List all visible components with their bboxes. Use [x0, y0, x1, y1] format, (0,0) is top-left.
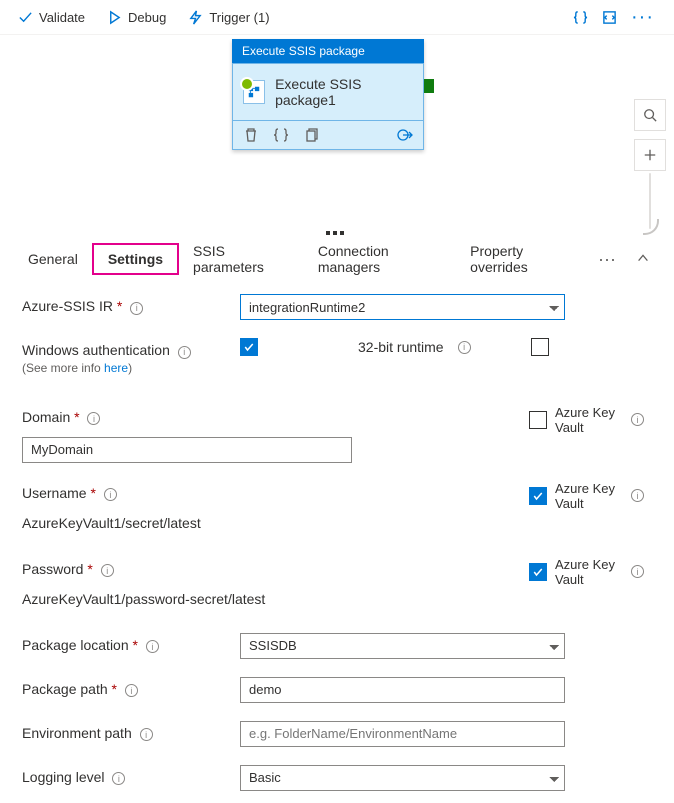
delete-icon[interactable] [243, 127, 259, 143]
tab-ssis-parameters[interactable]: SSIS parameters [179, 237, 304, 281]
info-icon[interactable]: i [101, 564, 114, 577]
username-label: Username * i [22, 481, 240, 502]
password-label: Password * i [22, 557, 240, 578]
win-auth-info-link[interactable]: here [104, 361, 128, 375]
validate-label: Validate [39, 10, 85, 25]
toolbar-right: ··· [573, 10, 664, 25]
output-arrow-icon[interactable] [397, 127, 413, 143]
validate-button[interactable]: Validate [10, 8, 93, 27]
akv-label: Azure Key Vault [555, 481, 619, 511]
username-value: AzureKeyVault1/secret/latest [22, 513, 201, 531]
logging-level-label: Logging level i [22, 765, 240, 786]
braces-icon[interactable] [273, 127, 289, 143]
info-icon[interactable]: i [125, 684, 138, 697]
check-icon [18, 10, 33, 25]
more-icon[interactable]: ··· [631, 12, 654, 22]
info-icon[interactable]: i [130, 302, 143, 315]
info-icon[interactable]: i [146, 640, 159, 653]
info-icon[interactable]: i [87, 412, 100, 425]
resize-grip[interactable] [326, 231, 348, 236]
debug-label: Debug [128, 10, 166, 25]
chevron-up-icon [636, 251, 650, 265]
activity-actions [232, 121, 424, 150]
settings-panel[interactable]: Azure-SSIS IR * i integrationRuntime2 Wi… [0, 276, 674, 799]
toolbar: Validate Debug Trigger (1) ··· [0, 0, 674, 34]
akv-label: Azure Key Vault [555, 405, 619, 435]
copy-icon[interactable] [303, 127, 319, 143]
lightning-icon [188, 10, 203, 25]
code-icon[interactable] [602, 10, 617, 25]
package-location-label: Package location * i [22, 633, 240, 654]
password-akv-checkbox[interactable] [529, 563, 547, 581]
trigger-label: Trigger (1) [209, 10, 269, 25]
debug-button[interactable]: Debug [99, 8, 174, 27]
customized-checkbox[interactable] [240, 799, 256, 800]
activity-card[interactable]: Execute SSIS package Execute SSIS packag… [232, 39, 424, 150]
activity-name: Execute SSIS package1 [275, 76, 413, 108]
canvas-search-button[interactable] [634, 99, 666, 131]
play-icon [107, 10, 122, 25]
package-path-label: Package path * i [22, 677, 240, 698]
success-connector[interactable] [424, 79, 434, 93]
activity-body: Execute SSIS package1 [232, 63, 424, 121]
plus-icon [643, 148, 657, 162]
ssis-package-icon [243, 80, 265, 104]
tab-connection-managers[interactable]: Connection managers [304, 237, 456, 281]
info-icon[interactable]: i [458, 341, 471, 354]
tab-settings[interactable]: Settings [92, 243, 179, 275]
info-icon[interactable]: i [631, 489, 644, 502]
environment-path-input[interactable] [240, 721, 565, 747]
logging-level-select[interactable]: Basic [240, 765, 565, 791]
tabs-more[interactable]: ··· [588, 249, 626, 270]
windows-auth-label: Windows authentication i (See more info … [22, 338, 240, 375]
info-icon[interactable]: i [631, 565, 644, 578]
domain-input[interactable] [22, 437, 352, 463]
package-path-input[interactable] [240, 677, 565, 703]
32bit-runtime-label: 32-bit runtime [358, 339, 444, 355]
tab-general[interactable]: General [14, 245, 92, 273]
windows-auth-checkbox[interactable] [240, 338, 258, 356]
canvas-add-button[interactable] [634, 139, 666, 171]
akv-label: Azure Key Vault [555, 557, 619, 587]
tab-property-overrides[interactable]: Property overrides [456, 237, 588, 281]
canvas-rail [649, 173, 651, 229]
username-akv-checkbox[interactable] [529, 487, 547, 505]
info-icon[interactable]: i [140, 728, 153, 741]
collapse-button[interactable] [626, 247, 660, 272]
domain-akv-checkbox[interactable] [529, 411, 547, 429]
environment-path-label: Environment path i [22, 721, 240, 742]
domain-label: Domain * i [22, 405, 240, 426]
trigger-button[interactable]: Trigger (1) [180, 8, 277, 27]
info-icon[interactable]: i [104, 488, 117, 501]
info-icon[interactable]: i [631, 413, 644, 426]
tabs: General Settings SSIS parameters Connect… [0, 234, 674, 276]
azure-ssis-ir-select[interactable]: integrationRuntime2 [240, 294, 565, 320]
search-icon [643, 108, 657, 122]
activity-header: Execute SSIS package [232, 39, 424, 63]
package-location-select[interactable]: SSISDB [240, 633, 565, 659]
password-value: AzureKeyVault1/password-secret/latest [22, 589, 265, 607]
info-icon[interactable]: i [178, 346, 191, 359]
azure-ssis-ir-label: Azure-SSIS IR * i [22, 294, 240, 315]
info-icon[interactable]: i [112, 772, 125, 785]
canvas[interactable]: Execute SSIS package Execute SSIS packag… [0, 34, 674, 234]
32bit-runtime-checkbox[interactable] [531, 338, 549, 356]
braces-icon[interactable] [573, 10, 588, 25]
